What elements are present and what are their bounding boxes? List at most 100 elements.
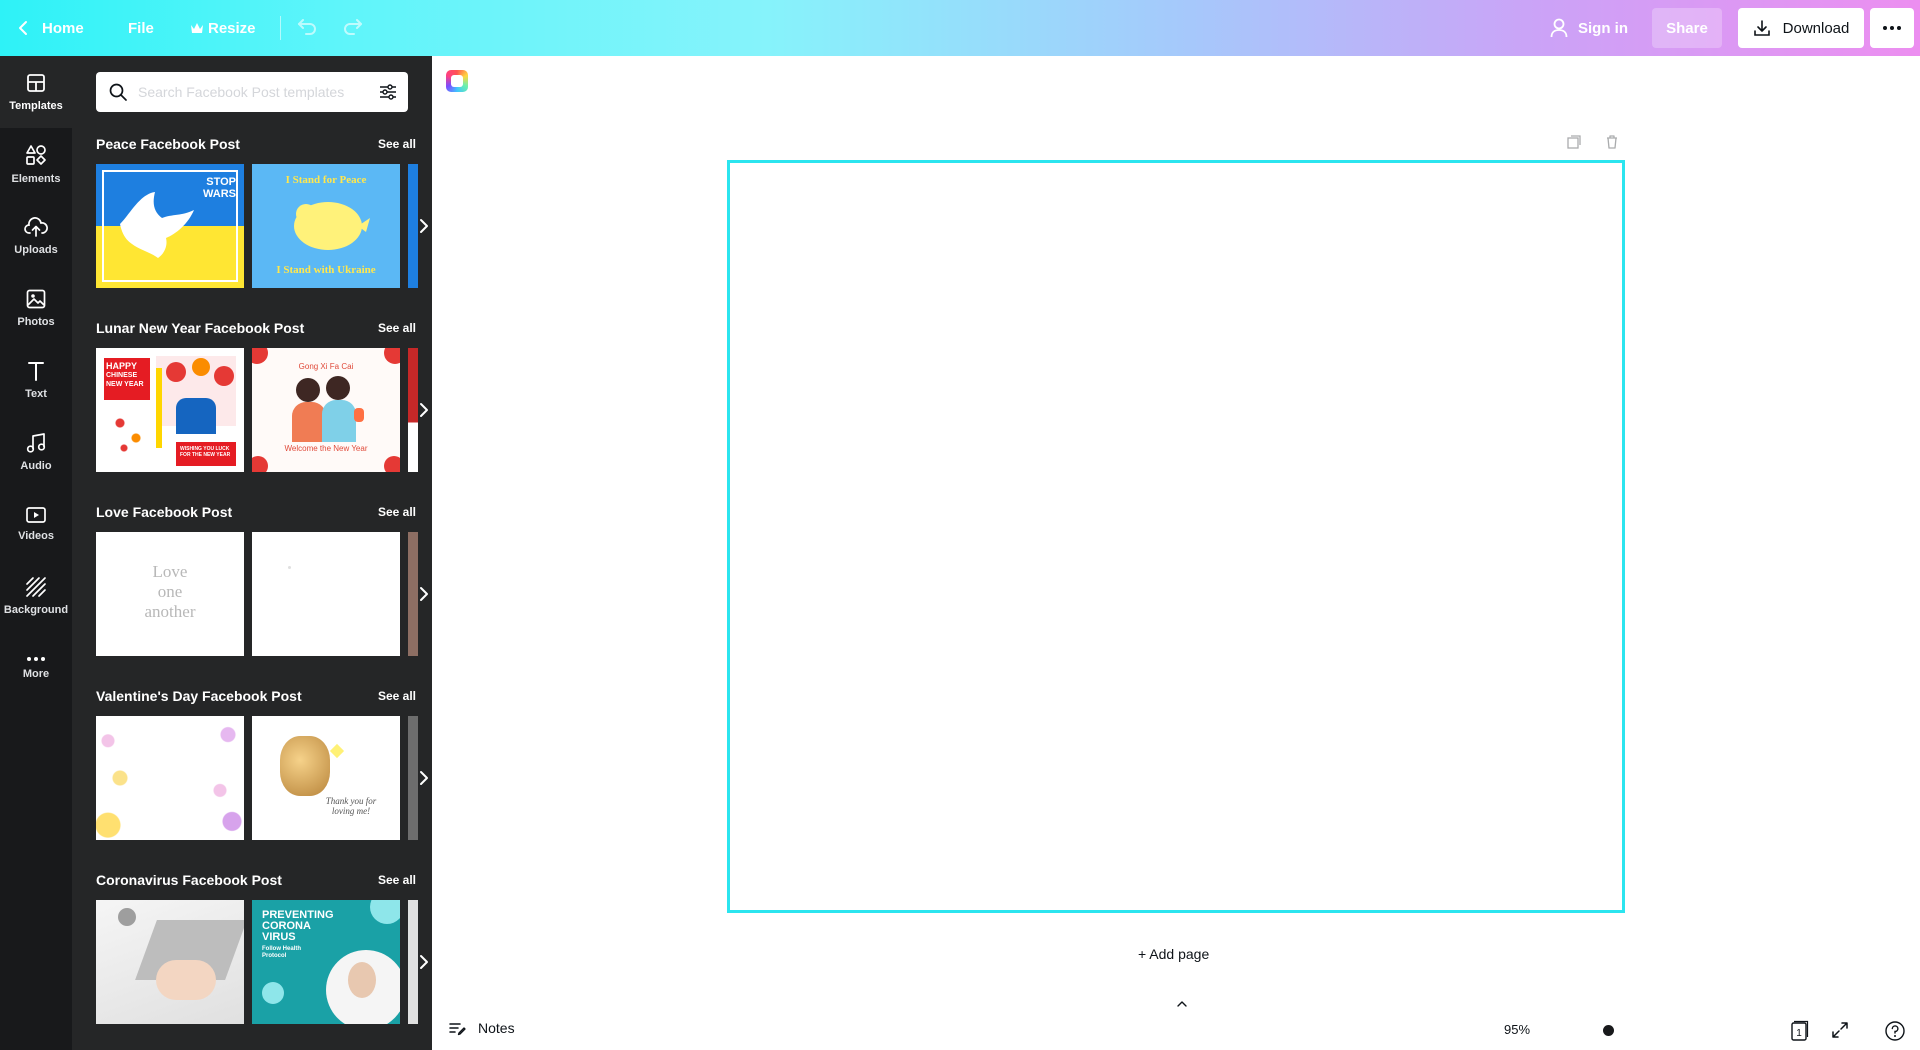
zoom-slider-handle[interactable] [1603, 1025, 1614, 1036]
chevron-up-icon[interactable] [1176, 1000, 1188, 1008]
image-icon [26, 289, 46, 309]
template-row: STOP WARS I Stand for Peace I Stand with… [96, 164, 432, 288]
resize-button[interactable]: Resize [190, 8, 256, 48]
template-thumbnail[interactable]: I Stand for Peace I Stand with Ukraine [252, 164, 400, 288]
more-horizontal-icon [1883, 26, 1901, 30]
section-title: Peace Facebook Post [96, 136, 240, 152]
filter-sliders-icon[interactable] [378, 82, 398, 102]
redo-icon [344, 19, 362, 35]
section-title: Valentine's Day Facebook Post [96, 688, 302, 704]
sign-in-label: Sign in [1578, 19, 1628, 37]
notes-button[interactable]: Notes [448, 1020, 515, 1036]
thumb-text: loving me! [331, 806, 371, 816]
chevron-right-icon[interactable] [414, 400, 432, 420]
download-icon [1753, 20, 1770, 36]
redo-button[interactable] [342, 14, 364, 36]
add-page-button[interactable]: + Add page [1138, 946, 1209, 962]
hatch-icon [26, 577, 46, 597]
user-icon [1550, 18, 1568, 38]
chevron-right-icon[interactable] [414, 768, 432, 788]
chevron-left-icon [19, 21, 27, 35]
search-icon [109, 83, 127, 101]
chevron-right-icon[interactable] [414, 952, 432, 972]
see-all-link[interactable]: See all [378, 505, 416, 519]
dove-icon [120, 192, 194, 258]
thumb-text: Thank you for [325, 796, 377, 806]
rail-item-elements[interactable]: Elements [0, 128, 72, 200]
share-button[interactable]: Share [1652, 8, 1722, 48]
see-all-link[interactable]: See all [378, 137, 416, 151]
section-title: Lunar New Year Facebook Post [96, 320, 305, 336]
rail-item-background[interactable]: Background [0, 560, 72, 632]
template-thumbnail[interactable]: HAPPY CHINESE NEW YEAR WISHING YOU LUCK … [96, 348, 244, 472]
help-button[interactable] [1884, 1020, 1906, 1042]
see-all-link[interactable]: See all [378, 689, 416, 703]
dove-icon [294, 202, 370, 250]
see-all-link[interactable]: See all [378, 873, 416, 887]
template-row: Love one another [96, 532, 432, 656]
search-input[interactable] [138, 72, 358, 112]
resize-label: Resize [208, 19, 256, 37]
thumb-text: Love [152, 562, 188, 581]
see-all-link[interactable]: See all [378, 321, 416, 335]
thumb-text: one [157, 582, 183, 601]
template-thumbnail[interactable]: PREVENTING CORONA VIRUS Follow Health Pr… [252, 900, 400, 1024]
sign-in-button[interactable]: Sign in [1550, 8, 1628, 48]
rail-item-videos[interactable]: Videos [0, 488, 72, 560]
thumb-text: another [144, 602, 196, 621]
template-thumbnail[interactable]: STOP WARS [96, 164, 244, 288]
thumb-text: Welcome the New Year [284, 444, 368, 453]
share-label: Share [1666, 19, 1708, 37]
thumb-text: WARS [203, 188, 236, 200]
rail-item-templates[interactable]: Templates [0, 56, 72, 128]
fullscreen-button[interactable] [1830, 1020, 1850, 1040]
zoom-level[interactable]: 95% [1504, 1022, 1530, 1037]
thumb-text: CHINESE [106, 372, 138, 379]
page-count-button[interactable]: 1 [1788, 1020, 1810, 1042]
rail-item-photos[interactable]: Photos [0, 272, 72, 344]
undo-icon [298, 19, 316, 35]
rail-item-more[interactable]: More [0, 632, 72, 704]
thumb-text: STOP [206, 176, 236, 188]
rail-item-audio[interactable]: Audio [0, 416, 72, 488]
rail-label-more: More [22, 668, 50, 680]
text-icon [28, 362, 44, 381]
expand-icon [1832, 1022, 1848, 1038]
design-page[interactable] [727, 160, 1625, 913]
rail-label-text: Text [25, 388, 47, 400]
thumb-text: HAPPY [106, 361, 138, 371]
rail-label-elements: Elements [11, 173, 61, 185]
templates-panel: Peace Facebook Post See all STOP WARS I … [72, 56, 432, 1050]
template-thumbnail[interactable] [252, 532, 400, 656]
thumb-text: WISHING YOU LUCK FOR THE NEW YEAR [180, 446, 231, 458]
file-menu-button[interactable]: File [128, 8, 154, 48]
rail-item-uploads[interactable]: Uploads [0, 200, 72, 272]
rail-label-audio: Audio [20, 460, 52, 472]
color-picker-swatch[interactable] [446, 70, 468, 92]
home-button[interactable]: Home [18, 8, 84, 48]
template-thumbnail[interactable]: Gong Xi Fa Cai Welcome the New Year [252, 348, 400, 472]
notes-icon [449, 1023, 466, 1036]
thumb-text: Gong Xi Fa Cai [298, 362, 354, 371]
template-thumbnail[interactable] [96, 900, 244, 1024]
rail-label-photos: Photos [17, 316, 55, 328]
template-thumbnail[interactable]: Thank you for loving me! [252, 716, 400, 840]
thumb-text: I Stand with Ukraine [276, 264, 376, 276]
rail-label-uploads: Uploads [14, 244, 58, 256]
delete-page-icon[interactable] [1604, 134, 1620, 150]
undo-button[interactable] [296, 14, 318, 36]
section-header: Valentine's Day Facebook Post See all [96, 686, 416, 706]
chevron-right-icon[interactable] [414, 584, 432, 604]
rail-item-text[interactable]: Text [0, 344, 72, 416]
template-row: Thank you for loving me! [96, 716, 432, 840]
template-search [96, 72, 408, 112]
template-thumbnail[interactable]: Love one another [96, 532, 244, 656]
download-button[interactable]: Download [1738, 8, 1864, 48]
rail-label-videos: Videos [18, 530, 54, 542]
more-options-button[interactable] [1870, 8, 1914, 48]
duplicate-page-icon[interactable] [1566, 134, 1582, 150]
shapes-icon [26, 145, 46, 165]
crown-icon [191, 23, 203, 33]
chevron-right-icon[interactable] [414, 216, 432, 236]
template-thumbnail[interactable] [96, 716, 244, 840]
